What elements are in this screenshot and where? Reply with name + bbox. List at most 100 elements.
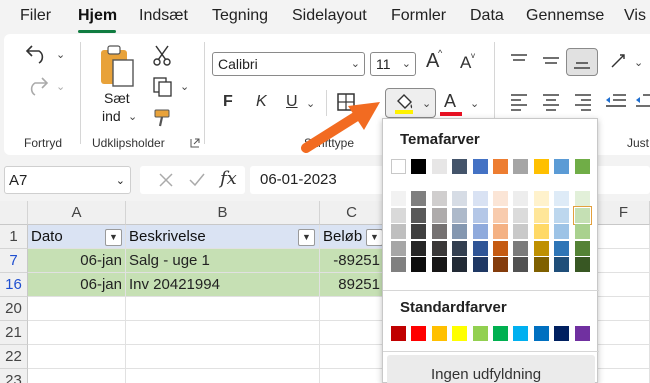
- align-middle-icon[interactable]: [541, 52, 561, 70]
- color-swatch[interactable]: [472, 257, 488, 272]
- color-swatch[interactable]: [411, 159, 427, 174]
- tab-home[interactable]: Hjem: [78, 7, 117, 25]
- color-swatch[interactable]: [554, 224, 570, 239]
- tab-file[interactable]: Filer: [20, 7, 51, 25]
- color-swatch[interactable]: [452, 326, 468, 341]
- paste-icon[interactable]: [97, 44, 139, 90]
- table-cell[interactable]: [28, 321, 126, 345]
- color-swatch[interactable]: [431, 207, 447, 223]
- color-swatch[interactable]: [431, 257, 447, 272]
- font-name-combo[interactable]: Calibri ⌄: [212, 52, 365, 76]
- table-cell[interactable]: [126, 345, 320, 369]
- table-header-cell[interactable]: Beskrivelse: [126, 225, 320, 249]
- color-swatch[interactable]: [452, 207, 468, 223]
- color-swatch[interactable]: [574, 257, 590, 272]
- tab-draw[interactable]: Tegning: [212, 7, 268, 25]
- color-swatch[interactable]: [411, 207, 427, 223]
- color-swatch[interactable]: [513, 207, 529, 223]
- table-cell[interactable]: [320, 297, 384, 321]
- paste-dropdown-icon[interactable]: ⌄: [128, 110, 137, 123]
- color-swatch[interactable]: [391, 326, 406, 341]
- color-swatch[interactable]: [554, 257, 570, 272]
- shrink-font-button[interactable]: A: [460, 53, 471, 73]
- color-swatch[interactable]: [513, 326, 529, 341]
- color-swatch[interactable]: [493, 224, 508, 239]
- align-left-icon[interactable]: [509, 92, 529, 112]
- enter-icon[interactable]: [188, 172, 206, 188]
- table-cell[interactable]: 06-jan: [28, 273, 126, 297]
- name-box[interactable]: A7 ⌄: [4, 166, 131, 194]
- color-swatch[interactable]: [554, 207, 570, 223]
- color-swatch[interactable]: [533, 159, 549, 174]
- color-swatch[interactable]: [391, 240, 406, 256]
- color-swatch[interactable]: [452, 191, 468, 206]
- color-swatch[interactable]: [493, 191, 508, 206]
- underline-button[interactable]: U: [286, 93, 298, 111]
- color-swatch[interactable]: [513, 191, 529, 206]
- table-cell[interactable]: [598, 297, 650, 321]
- color-swatch[interactable]: [554, 159, 570, 174]
- row-header[interactable]: 20: [0, 297, 28, 321]
- color-swatch[interactable]: [493, 240, 508, 256]
- copy-icon[interactable]: [152, 76, 174, 98]
- filter-dropdown-icon[interactable]: ▼: [105, 229, 122, 246]
- tab-data[interactable]: Data: [470, 7, 504, 25]
- color-swatch[interactable]: [533, 191, 549, 206]
- table-cell[interactable]: Salg - uge 1: [126, 249, 320, 273]
- table-cell[interactable]: [598, 321, 650, 345]
- table-cell[interactable]: [126, 321, 320, 345]
- table-cell[interactable]: [320, 345, 384, 369]
- color-swatch[interactable]: [533, 326, 549, 341]
- table-cell[interactable]: [320, 321, 384, 345]
- table-cell[interactable]: [126, 297, 320, 321]
- table-cell[interactable]: Inv 20421994: [126, 273, 320, 297]
- column-header-c[interactable]: C: [320, 201, 384, 225]
- fill-color-icon[interactable]: [392, 91, 416, 115]
- color-swatch[interactable]: [493, 207, 508, 223]
- color-swatch[interactable]: [472, 159, 488, 174]
- chevron-down-icon[interactable]: ⌄: [116, 174, 125, 187]
- table-cell[interactable]: 06-jan: [28, 249, 126, 273]
- select-all-corner[interactable]: [0, 201, 28, 225]
- tab-page-layout[interactable]: Sidelayout: [292, 7, 367, 25]
- filter-dropdown-icon[interactable]: ▼: [298, 229, 315, 246]
- table-cell[interactable]: [28, 345, 126, 369]
- color-swatch[interactable]: [411, 257, 427, 272]
- row-header[interactable]: 22: [0, 345, 28, 369]
- row-header[interactable]: 7: [0, 249, 28, 273]
- color-swatch[interactable]: [411, 326, 427, 341]
- undo-icon[interactable]: [24, 42, 50, 64]
- color-swatch[interactable]: [533, 257, 549, 272]
- color-swatch[interactable]: [574, 159, 590, 174]
- color-swatch[interactable]: [574, 224, 590, 239]
- color-swatch[interactable]: [513, 159, 529, 174]
- align-right-icon[interactable]: [573, 92, 593, 112]
- cancel-icon[interactable]: [158, 172, 174, 188]
- paste-label-line2[interactable]: ind: [102, 108, 121, 124]
- no-fill-button[interactable]: Ingen udfyldning: [387, 355, 595, 383]
- color-swatch[interactable]: [472, 191, 488, 206]
- color-swatch[interactable]: [391, 207, 406, 223]
- color-swatch[interactable]: [391, 191, 406, 206]
- paste-label-line1[interactable]: Sæt: [104, 90, 130, 106]
- table-cell[interactable]: [598, 345, 650, 369]
- format-painter-icon[interactable]: [152, 108, 174, 128]
- cut-icon[interactable]: [152, 44, 172, 66]
- chevron-down-icon[interactable]: ⌄: [402, 57, 411, 70]
- color-swatch[interactable]: [431, 191, 447, 206]
- color-swatch[interactable]: [554, 240, 570, 256]
- dialog-launcher-icon[interactable]: [190, 138, 200, 148]
- color-swatch[interactable]: [472, 326, 488, 341]
- color-swatch[interactable]: [452, 257, 468, 272]
- font-color-button[interactable]: A: [444, 91, 456, 112]
- color-swatch[interactable]: [493, 257, 508, 272]
- row-header[interactable]: 21: [0, 321, 28, 345]
- color-swatch[interactable]: [554, 326, 570, 341]
- color-swatch[interactable]: [431, 159, 447, 174]
- color-swatch[interactable]: [391, 224, 406, 239]
- color-swatch[interactable]: [493, 159, 508, 174]
- table-cell[interactable]: [320, 369, 384, 383]
- tab-formulas[interactable]: Formler: [391, 7, 446, 25]
- indent-icon[interactable]: [604, 92, 628, 112]
- color-swatch[interactable]: [411, 240, 427, 256]
